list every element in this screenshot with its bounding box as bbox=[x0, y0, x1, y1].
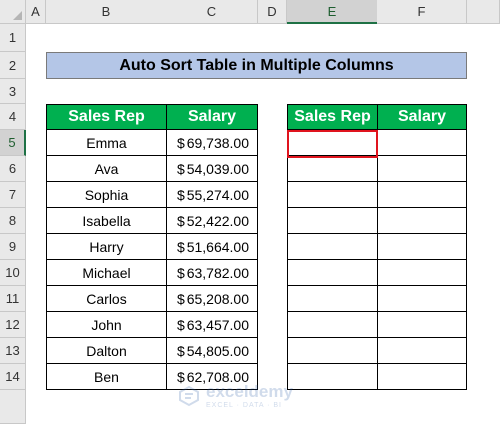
sorted-salary-cell[interactable] bbox=[377, 207, 467, 234]
sales-rep-cell[interactable]: Ben bbox=[46, 363, 167, 390]
salary-cell[interactable]: $63,457.00 bbox=[166, 311, 258, 338]
sales-rep-cell[interactable]: Dalton bbox=[46, 337, 167, 364]
salary-value: 54,039.00 bbox=[186, 160, 249, 177]
currency-symbol: $ bbox=[177, 186, 185, 203]
sales-rep-cell[interactable]: Emma bbox=[46, 129, 167, 156]
select-all-corner[interactable] bbox=[0, 0, 26, 24]
column-header-b[interactable]: B bbox=[46, 0, 167, 24]
row-header-12[interactable]: 12 bbox=[0, 312, 26, 338]
exceldemy-watermark: exceldemy EXCEL · DATA · BI bbox=[178, 377, 328, 415]
watermark-name: exceldemy bbox=[206, 382, 293, 401]
sales-rep-cell[interactable]: Harry bbox=[46, 233, 167, 260]
column-header-c[interactable]: C bbox=[166, 0, 258, 24]
sorted-salary-cell[interactable] bbox=[377, 337, 467, 364]
sorted-sales-rep-cell[interactable] bbox=[287, 181, 378, 208]
currency-symbol: $ bbox=[177, 212, 185, 229]
column-header-d[interactable]: D bbox=[258, 0, 287, 24]
column-header-e[interactable]: E bbox=[287, 0, 378, 24]
currency-symbol: $ bbox=[177, 316, 185, 333]
sorted-sales-rep-cell[interactable] bbox=[287, 311, 378, 338]
column-header-blank[interactable] bbox=[467, 0, 500, 24]
spreadsheet-grid: ABCDEF 1 2 3 4 5 6 7 8 9 10 11 12 13 14 Auto Sort Tab… bbox=[0, 0, 500, 424]
sorted-sales-rep-cell[interactable] bbox=[287, 337, 378, 364]
row-header-4[interactable]: 4 bbox=[0, 104, 26, 130]
row-header-14[interactable]: 14 bbox=[0, 364, 26, 390]
salary-value: 55,274.00 bbox=[186, 186, 249, 203]
row-header-11[interactable]: 11 bbox=[0, 286, 26, 312]
sorted-sales-rep-cell[interactable] bbox=[287, 207, 378, 234]
sorted-salary-cell[interactable] bbox=[377, 363, 467, 390]
row-header-6[interactable]: 6 bbox=[0, 156, 26, 182]
currency-symbol: $ bbox=[177, 264, 185, 281]
row-header-3[interactable]: 3 bbox=[0, 79, 26, 104]
salary-cell[interactable]: $52,422.00 bbox=[166, 207, 258, 234]
sorted-salary-cell[interactable] bbox=[377, 285, 467, 312]
salary-value: 63,782.00 bbox=[186, 264, 249, 281]
sales-rep-cell[interactable]: John bbox=[46, 311, 167, 338]
currency-symbol: $ bbox=[177, 160, 185, 177]
salary-value: 65,208.00 bbox=[186, 290, 249, 307]
row-header-9[interactable]: 9 bbox=[0, 234, 26, 260]
sorted-salary-cell[interactable] bbox=[377, 233, 467, 260]
currency-symbol: $ bbox=[177, 290, 185, 307]
sales-rep-cell[interactable]: Sophia bbox=[46, 181, 167, 208]
row-header-2[interactable]: 2 bbox=[0, 52, 26, 79]
row-header-8[interactable]: 8 bbox=[0, 208, 26, 234]
sorted-salary-cell[interactable] bbox=[377, 259, 467, 286]
source-header-salary[interactable]: Salary bbox=[166, 104, 258, 130]
sorted-salary-cell[interactable] bbox=[377, 311, 467, 338]
sorted-salary-cell[interactable] bbox=[377, 181, 467, 208]
sales-rep-cell[interactable]: Michael bbox=[46, 259, 167, 286]
source-header-sales-rep[interactable]: Sales Rep bbox=[46, 104, 167, 130]
sales-rep-cell[interactable]: Carlos bbox=[46, 285, 167, 312]
row-header-10[interactable]: 10 bbox=[0, 260, 26, 286]
column-header-f[interactable]: F bbox=[377, 0, 467, 24]
salary-value: 52,422.00 bbox=[186, 212, 249, 229]
column-header-a[interactable]: A bbox=[26, 0, 46, 24]
salary-cell[interactable]: $54,039.00 bbox=[166, 155, 258, 182]
watermark-tagline: EXCEL · DATA · BI bbox=[206, 402, 282, 409]
sorted-sales-rep-cell[interactable] bbox=[287, 285, 378, 312]
sorted-header-sales-rep[interactable]: Sales Rep bbox=[287, 104, 378, 130]
row-header-7[interactable]: 7 bbox=[0, 182, 26, 208]
salary-cell[interactable]: $55,274.00 bbox=[166, 181, 258, 208]
sheet-title[interactable]: Auto Sort Table in Multiple Columns bbox=[46, 52, 467, 79]
salary-cell[interactable]: $63,782.00 bbox=[166, 259, 258, 286]
row-header-5[interactable]: 5 bbox=[0, 130, 26, 156]
sales-rep-cell[interactable]: Ava bbox=[46, 155, 167, 182]
currency-symbol: $ bbox=[177, 342, 185, 359]
salary-value: 54,805.00 bbox=[186, 342, 249, 359]
salary-cell[interactable]: $51,664.00 bbox=[166, 233, 258, 260]
row-header-13[interactable]: 13 bbox=[0, 338, 26, 364]
exceldemy-logo-icon bbox=[179, 385, 199, 407]
sales-rep-cell[interactable]: Isabella bbox=[46, 207, 167, 234]
salary-cell[interactable]: $69,738.00 bbox=[166, 129, 258, 156]
salary-value: 51,664.00 bbox=[186, 238, 249, 255]
sorted-salary-cell[interactable] bbox=[377, 155, 467, 182]
active-cell-e5[interactable] bbox=[287, 130, 378, 158]
sorted-sales-rep-cell[interactable] bbox=[287, 233, 378, 260]
currency-symbol: $ bbox=[177, 238, 185, 255]
sorted-salary-cell[interactable] bbox=[377, 129, 467, 156]
sorted-header-salary[interactable]: Salary bbox=[377, 104, 467, 130]
salary-value: 69,738.00 bbox=[186, 134, 249, 151]
salary-cell[interactable]: $65,208.00 bbox=[166, 285, 258, 312]
sorted-sales-rep-cell[interactable] bbox=[287, 155, 378, 182]
row-header-blank[interactable] bbox=[0, 390, 26, 424]
row-header-1[interactable]: 1 bbox=[0, 24, 26, 52]
sorted-sales-rep-cell[interactable] bbox=[287, 259, 378, 286]
salary-value: 63,457.00 bbox=[186, 316, 249, 333]
select-all-triangle-icon bbox=[13, 11, 22, 20]
salary-cell[interactable]: $54,805.00 bbox=[166, 337, 258, 364]
currency-symbol: $ bbox=[177, 134, 185, 151]
